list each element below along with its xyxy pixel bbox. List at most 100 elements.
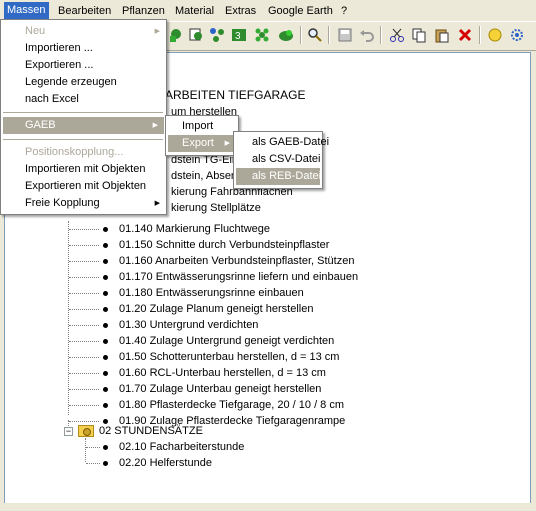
menu-material[interactable]: Material (172, 3, 217, 19)
folder-icon (78, 425, 94, 437)
shrub-icon[interactable] (277, 26, 295, 44)
menu-pflanzen[interactable]: Pflanzen (119, 3, 168, 19)
menu-google-earth[interactable]: Google Earth (265, 3, 336, 19)
tree-connector (69, 245, 99, 246)
tree-connector (68, 221, 69, 415)
tree-connector (69, 389, 99, 390)
menu-item-export[interactable]: Export ▶ (168, 135, 236, 152)
circle-icon[interactable] (486, 26, 504, 44)
tree-item[interactable]: 01.170 Entwässerungsrinne liefern und ei… (119, 269, 358, 285)
bullet-icon (103, 387, 108, 392)
menu-item-import[interactable]: Import (166, 118, 238, 135)
calc3-icon[interactable]: 3 (230, 26, 248, 44)
menu-item-als-reb[interactable]: als REB-Datei (236, 168, 321, 185)
tree-item[interactable]: 01.180 Entwässerungsrinne einbauen (119, 285, 304, 301)
bullet-icon (103, 307, 108, 312)
delete-icon[interactable] (456, 26, 474, 44)
tree-item[interactable]: 01.160 Anarbeiten Verbundsteinpflaster, … (119, 253, 354, 269)
tree-connector (69, 421, 99, 422)
menu-item-exportieren-objekten[interactable]: Exportieren mit Objekten (1, 178, 166, 195)
tree-item[interactable]: 01.50 Schotterunterbau herstellen, d = 1… (119, 349, 339, 365)
tree-item[interactable]: 01.140 Markierung Fluchtwege (119, 221, 270, 237)
bullet-icon (103, 461, 108, 466)
status-bar (0, 503, 536, 511)
bullet-icon (103, 291, 108, 296)
collapse-toggle[interactable]: − (64, 427, 73, 436)
tree-connector (86, 447, 100, 448)
tree-item[interactable]: dstein, Abser (171, 168, 235, 184)
menu-massen[interactable]: Massen (4, 2, 49, 19)
tree-add-icon[interactable] (166, 26, 184, 44)
bullet-icon (103, 243, 108, 248)
chevron-right-icon: ▶ (224, 140, 230, 147)
menu-bar: Massen Bearbeiten Pflanzen Material Extr… (0, 0, 536, 21)
tree-connector (69, 373, 99, 374)
menu-item-nach-excel[interactable]: nach Excel (1, 91, 166, 108)
bullet-icon (103, 371, 108, 376)
flower-icon[interactable] (253, 26, 271, 44)
tree-item[interactable]: 01.20 Zulage Planum geneigt herstellen (119, 301, 313, 317)
tree-connector (69, 405, 99, 406)
gear-icon[interactable] (508, 26, 526, 44)
menu-item-freie-kopplung[interactable]: Freie Kopplung ▶ (1, 195, 166, 212)
tree-item[interactable]: 02.10 Facharbeiterstunde (119, 439, 244, 455)
tree-item[interactable]: 01.150 Schnitte durch Verbundsteinpflast… (119, 237, 329, 253)
bullet-icon (103, 403, 108, 408)
menu-item-legende[interactable]: Legende erzeugen (1, 74, 166, 91)
massen-menu: Neu ▶ Importieren ... Exportieren ... Leg… (0, 19, 167, 215)
toolbar-separator (479, 26, 481, 44)
tree-item[interactable]: kierung Stellplätze (171, 200, 261, 216)
menu-item-als-gaeb[interactable]: als GAEB-Datei (234, 134, 329, 151)
bullet-icon (103, 323, 108, 328)
chevron-right-icon: ▶ (154, 28, 160, 35)
paste-icon[interactable] (433, 26, 451, 44)
bullet-icon (103, 339, 108, 344)
undo-icon[interactable] (358, 26, 376, 44)
menu-extras[interactable]: Extras (222, 3, 259, 19)
copy-tree-icon[interactable] (187, 26, 205, 44)
tree-connector (69, 309, 99, 310)
tree-connector (69, 341, 99, 342)
toolbar-separator (328, 26, 330, 44)
cut-icon[interactable] (388, 26, 406, 44)
copy-icon[interactable] (410, 26, 428, 44)
tree-item[interactable]: 01.40 Zulage Untergrund geneigt verdicht… (119, 333, 334, 349)
menu-help[interactable]: ? (338, 3, 350, 19)
menu-item-exportieren[interactable]: Exportieren ... (1, 57, 166, 74)
toolbar-separator (380, 26, 382, 44)
tree-item[interactable]: 01.80 Pflasterdecke Tiefgarage, 20 / 10 … (119, 397, 344, 413)
tree-connector (86, 463, 100, 464)
menu-item-positionskopplung[interactable]: Positionskopplung... (1, 144, 166, 161)
tree-connector (69, 261, 99, 262)
menu-separator (3, 112, 163, 113)
menu-item-neu[interactable]: Neu ▶ (1, 23, 166, 40)
menu-bearbeiten[interactable]: Bearbeiten (55, 3, 114, 19)
save-icon[interactable] (336, 26, 354, 44)
chevron-right-icon: ▶ (154, 200, 160, 207)
network-icon[interactable] (208, 26, 226, 44)
menu-item-importieren-objekten[interactable]: Importieren mit Objekten (1, 161, 166, 178)
bullet-icon (103, 275, 108, 280)
menu-item-als-csv[interactable]: als CSV-Datei (234, 151, 322, 168)
group2-title[interactable]: 02 STUNDENSÄTZE (99, 423, 203, 439)
tree-item[interactable]: 01.60 RCL-Unterbau herstellen, d = 13 cm (119, 365, 326, 381)
gaeb-submenu: Import Export ▶ (165, 115, 239, 156)
svg-text:3: 3 (235, 31, 241, 42)
bullet-icon (103, 445, 108, 450)
menu-separator (3, 139, 163, 140)
tree-connector (85, 438, 86, 462)
bullet-icon (103, 227, 108, 232)
group1-title[interactable]: ARBEITEN TIEFGARAGE (165, 87, 305, 103)
tree-item[interactable]: 01.30 Untergrund verdichten (119, 317, 258, 333)
tree-connector (69, 277, 99, 278)
export-submenu: als GAEB-Datei als CSV-Datei als REB-Dat… (233, 131, 329, 189)
menu-item-gaeb[interactable]: GAEB ▶ (3, 117, 164, 134)
menu-item-importieren[interactable]: Importieren ... (1, 40, 166, 57)
tree-item[interactable]: 02.20 Helferstunde (119, 455, 212, 471)
tree-connector (69, 293, 99, 294)
chevron-right-icon: ▶ (152, 122, 158, 129)
tree-connector (69, 357, 99, 358)
magnify-icon[interactable] (306, 26, 324, 44)
tree-connector (69, 325, 99, 326)
tree-item[interactable]: 01.70 Zulage Unterbau geneigt herstellen (119, 381, 321, 397)
